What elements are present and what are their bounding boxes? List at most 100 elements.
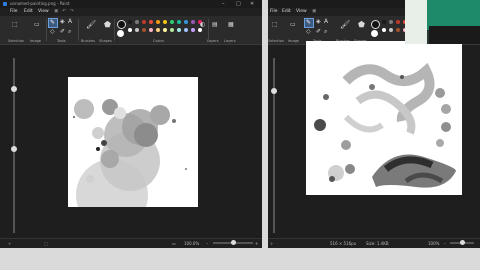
slider-thumb-bottom[interactable] bbox=[11, 146, 17, 152]
shapes-icon[interactable]: ⬟ bbox=[104, 21, 111, 29]
secondary-color-swatch-right[interactable] bbox=[371, 30, 378, 37]
text-icon[interactable]: A bbox=[68, 19, 72, 25]
palette-swatch[interactable] bbox=[184, 28, 188, 32]
palette-swatch[interactable] bbox=[170, 20, 174, 24]
save-icon-right[interactable]: ▣ bbox=[312, 9, 316, 14]
menu-view-right[interactable]: View bbox=[296, 9, 307, 14]
status-bar-right: ⊹ 516 × 516px Size: 1.4KB 100% – bbox=[268, 238, 480, 248]
cursor-position-icon-right: ⊹ bbox=[270, 241, 274, 246]
palette-swatch[interactable] bbox=[170, 28, 174, 32]
zoom-level[interactable]: 100.0% bbox=[184, 241, 199, 246]
fill-icon-right[interactable]: ◈ bbox=[316, 19, 321, 25]
menu-bar: File Edit View ▣ ↶ ↷ bbox=[0, 8, 262, 16]
primary-color-swatch-right[interactable] bbox=[371, 20, 380, 29]
zoom-slider-right[interactable] bbox=[450, 240, 474, 245]
status-bar: ⊹ ⬚ ▭ 100.0% – + bbox=[0, 238, 262, 248]
palette-swatch[interactable] bbox=[184, 20, 188, 24]
secondary-color-swatch[interactable] bbox=[117, 30, 124, 37]
maximize-icon[interactable]: □ bbox=[236, 1, 241, 7]
canvas-workspace-right bbox=[268, 41, 480, 239]
palette-swatch[interactable] bbox=[382, 20, 386, 24]
palette-swatch[interactable] bbox=[382, 28, 386, 32]
redo-icon[interactable]: ↷ bbox=[70, 9, 74, 14]
undo-icon[interactable]: ↶ bbox=[62, 9, 66, 14]
brush-icon-right[interactable]: 🖌 bbox=[340, 21, 350, 29]
selection-size-icon: ⬚ bbox=[44, 241, 48, 246]
title-bar[interactable]: unnamed-painting.png - Paint – □ ✕ bbox=[0, 0, 262, 8]
brush-size-slider-right[interactable] bbox=[271, 58, 277, 233]
pencil-icon-right[interactable]: ✎ bbox=[304, 18, 314, 28]
zoom-level-right[interactable]: 100% bbox=[428, 241, 439, 246]
slider-thumb-right[interactable] bbox=[271, 88, 277, 94]
brush-size-slider[interactable] bbox=[11, 58, 17, 233]
fill-icon[interactable]: ◈ bbox=[60, 19, 65, 25]
file-size: Size: 1.4KB bbox=[366, 241, 389, 246]
text-icon-right[interactable]: A bbox=[324, 19, 328, 25]
eraser-icon[interactable]: ◇ bbox=[50, 29, 55, 35]
menu-view[interactable]: View bbox=[38, 9, 49, 14]
magnifier-icon[interactable]: ⌕ bbox=[68, 29, 71, 35]
close-icon[interactable]: ✕ bbox=[250, 1, 254, 7]
color-picker-icon[interactable]: ✐ bbox=[60, 29, 65, 35]
zoom-out-icon-right[interactable]: – bbox=[444, 241, 446, 246]
save-icon[interactable]: ▣ bbox=[54, 9, 58, 14]
group-label-layers-2: Layers bbox=[224, 39, 236, 43]
palette-swatch[interactable] bbox=[142, 28, 146, 32]
brush-icon[interactable]: 🖌 bbox=[86, 21, 96, 29]
drawing-canvas[interactable] bbox=[68, 77, 198, 231]
group-label-colors: Colors bbox=[153, 39, 164, 43]
layers-panel-icon[interactable]: ▦ bbox=[228, 22, 234, 28]
color-picker-icon-right[interactable]: ✐ bbox=[316, 29, 321, 35]
palette-swatch[interactable] bbox=[142, 20, 146, 24]
palette-swatch[interactable] bbox=[389, 28, 393, 32]
primary-color-swatch[interactable] bbox=[117, 20, 126, 29]
pencil-icon[interactable]: ✎ bbox=[48, 18, 58, 28]
menu-edit-right[interactable]: Edit bbox=[282, 9, 291, 14]
group-label-tools: Tools bbox=[57, 39, 66, 43]
palette-swatch[interactable] bbox=[198, 28, 202, 32]
selection-icon-right[interactable]: ⬚ bbox=[272, 22, 278, 28]
canvas-drawing-right bbox=[314, 62, 456, 188]
slider-thumb-top[interactable] bbox=[11, 86, 17, 92]
zoom-out-icon[interactable]: – bbox=[206, 241, 208, 246]
palette-swatch[interactable] bbox=[389, 20, 393, 24]
palette-swatch[interactable] bbox=[128, 28, 132, 32]
canvas-workspace bbox=[0, 45, 262, 239]
palette-swatch[interactable] bbox=[396, 20, 400, 24]
canvas-drawing bbox=[73, 99, 187, 231]
eraser-icon-right[interactable]: ◇ bbox=[306, 29, 311, 35]
zoom-slider[interactable] bbox=[213, 240, 253, 245]
palette-swatch[interactable] bbox=[135, 28, 139, 32]
image-icon[interactable]: ▭ bbox=[34, 22, 40, 28]
palette-swatch[interactable] bbox=[191, 20, 195, 24]
palette-swatch[interactable] bbox=[396, 28, 400, 32]
palette-swatch[interactable] bbox=[135, 20, 139, 24]
fit-icon[interactable]: ▭ bbox=[172, 241, 176, 246]
palette-swatch[interactable] bbox=[128, 20, 132, 24]
magnifier-icon-right[interactable]: ⌕ bbox=[324, 29, 327, 35]
palette-swatch[interactable] bbox=[149, 28, 153, 32]
group-label-selection: Selection bbox=[8, 39, 25, 43]
shapes-icon-right[interactable]: ⬟ bbox=[358, 21, 365, 29]
palette-swatch[interactable] bbox=[149, 20, 153, 24]
palette-swatch[interactable] bbox=[156, 20, 160, 24]
minimize-icon[interactable]: – bbox=[222, 1, 225, 7]
palette-swatch[interactable] bbox=[163, 28, 167, 32]
palette-swatch[interactable] bbox=[163, 20, 167, 24]
drawing-canvas-right[interactable] bbox=[306, 41, 462, 195]
menu-file-right[interactable]: File bbox=[270, 9, 278, 14]
image-icon-right[interactable]: ▭ bbox=[290, 22, 296, 28]
zoom-in-icon[interactable]: + bbox=[255, 241, 258, 246]
layers-icon[interactable]: ▤ bbox=[212, 22, 218, 28]
group-label-layers: Layers bbox=[207, 39, 219, 43]
edit-colors-icon[interactable]: ◐ bbox=[200, 22, 205, 28]
menu-file[interactable]: File bbox=[10, 9, 18, 14]
palette-swatch[interactable] bbox=[177, 20, 181, 24]
selection-icon[interactable]: ⬚ bbox=[12, 22, 18, 28]
palette-swatch[interactable] bbox=[191, 28, 195, 32]
window-title: unnamed-painting.png - Paint bbox=[10, 1, 70, 6]
menu-edit[interactable]: Edit bbox=[24, 9, 33, 14]
palette-swatch[interactable] bbox=[156, 28, 160, 32]
paint-window-left: unnamed-painting.png - Paint – □ ✕ File … bbox=[0, 0, 262, 248]
palette-swatch[interactable] bbox=[177, 28, 181, 32]
